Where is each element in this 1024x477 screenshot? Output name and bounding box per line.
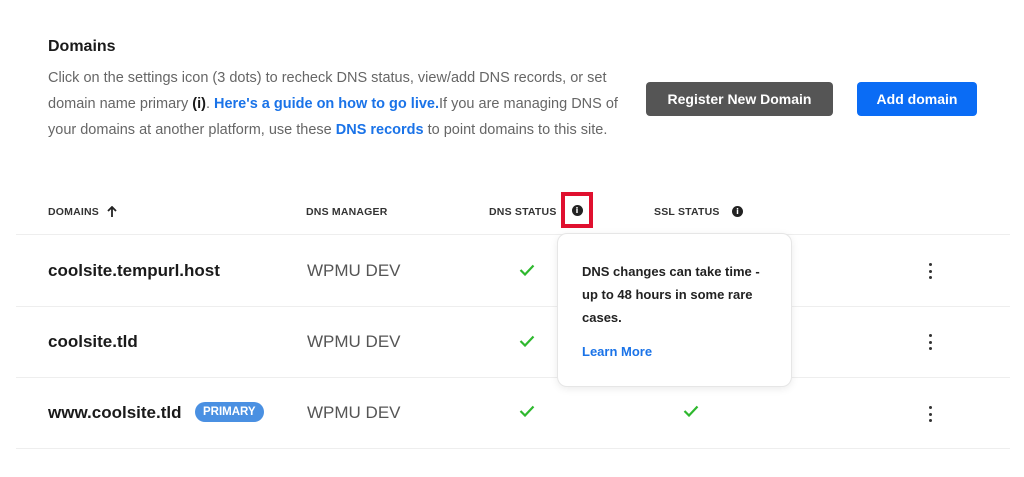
tooltip-text: DNS changes can take time - up to 48 hou… — [582, 264, 760, 325]
column-header-dns-status: DNS STATUS — [489, 206, 557, 218]
primary-badge: PRIMARY — [195, 402, 264, 422]
arrow-up-icon[interactable] — [107, 206, 117, 218]
domain-name: coolsite.tempurl.host — [48, 261, 220, 280]
column-header-dns-manager: DNS MANAGER — [306, 206, 388, 218]
check-icon — [519, 335, 535, 347]
domain-name: coolsite.tld — [48, 332, 138, 351]
domain-name: www.coolsite.tld — [48, 403, 182, 422]
section-description: Click on the settings icon (3 dots) to r… — [48, 65, 623, 143]
register-new-domain-button[interactable]: Register New Domain — [646, 82, 833, 116]
info-icon[interactable]: i — [571, 204, 583, 216]
row-divider — [16, 234, 1010, 235]
description-bold-i: (i) — [192, 96, 206, 112]
kebab-menu-icon[interactable] — [926, 334, 934, 350]
add-domain-button[interactable]: Add domain — [857, 82, 977, 116]
learn-more-link[interactable]: Learn More — [582, 344, 652, 359]
column-header-domains-label: DOMAINS — [48, 206, 99, 218]
dns-records-link[interactable]: DNS records — [336, 122, 424, 138]
row-divider — [16, 306, 1010, 307]
kebab-menu-icon[interactable] — [926, 263, 934, 279]
section-title: Domains — [48, 38, 116, 55]
description-text-2: . — [205, 96, 214, 112]
dns-manager-value: WPMU DEV — [307, 403, 401, 422]
dns-manager-value: WPMU DEV — [307, 261, 401, 280]
dns-status-tooltip: DNS changes can take time - up to 48 hou… — [557, 233, 792, 387]
info-icon[interactable]: i — [732, 206, 743, 217]
kebab-menu-icon[interactable] — [926, 406, 934, 422]
dns-status-info-highlight[interactable]: i — [561, 192, 593, 228]
check-icon — [519, 405, 535, 417]
check-icon — [683, 405, 699, 417]
column-header-ssl-status: SSL STATUS — [654, 206, 720, 218]
go-live-guide-link[interactable]: Here's a guide on how to go live. — [214, 96, 439, 112]
row-divider — [16, 377, 1010, 378]
row-divider — [16, 448, 1010, 449]
description-text-4: to point domains to this site. — [423, 122, 608, 138]
column-header-domains[interactable]: DOMAINS — [48, 206, 117, 218]
dns-manager-value: WPMU DEV — [307, 332, 401, 351]
check-icon — [519, 264, 535, 276]
